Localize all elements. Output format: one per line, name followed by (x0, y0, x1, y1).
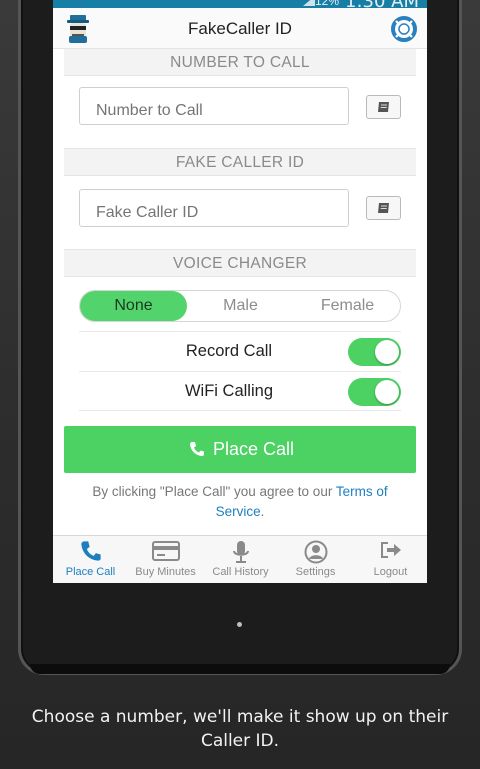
tab-label: Settings (295, 566, 336, 578)
tab-label: Buy Minutes (135, 566, 196, 578)
number-to-call-input[interactable] (79, 87, 349, 125)
place-call-label: Place Call (213, 439, 295, 459)
phone-bottom-edge (30, 664, 450, 674)
phone-icon (80, 541, 101, 561)
tab-settings[interactable]: Settings (278, 536, 353, 583)
terms-prefix: By clicking "Place Call" you agree to ou… (92, 484, 336, 499)
fake-caller-id-input[interactable] (79, 189, 349, 227)
section-fake-caller-id: FAKE CALLER ID (64, 148, 416, 176)
logout-icon (380, 542, 401, 558)
terms-suffix: . (260, 504, 265, 519)
user-settings-icon (304, 540, 327, 564)
tab-buy-minutes[interactable]: Buy Minutes (128, 536, 203, 583)
promo-caption: Choose a number, we'll make it show up o… (31, 707, 449, 751)
record-call-toggle[interactable] (348, 338, 401, 366)
app-bar: FakeCaller ID (53, 8, 427, 49)
terms-text: By clicking "Place Call" you agree to ou… (74, 482, 406, 522)
tab-label: Logout (373, 566, 408, 578)
wifi-calling-toggle[interactable] (348, 378, 401, 406)
voice-option-none[interactable]: None (80, 291, 187, 321)
wifi-calling-row: WiFi Calling (79, 371, 401, 411)
record-call-row: Record Call (79, 331, 401, 371)
microphone-icon (232, 541, 249, 563)
signal-icon (303, 0, 315, 6)
contacts-button-caller-id[interactable] (366, 196, 401, 220)
contact-card-icon (378, 203, 389, 213)
bottom-tab-bar: Place Call Buy Minutes Call History Sett… (53, 535, 427, 583)
tab-label: Call History (212, 566, 269, 578)
toggle-knob (375, 340, 399, 364)
section-number-to-call: NUMBER TO CALL (64, 48, 416, 76)
place-call-button[interactable]: Place Call (64, 426, 416, 473)
lifebuoy-help-icon[interactable] (391, 16, 417, 42)
form-content: NUMBER TO CALL FAKE CALLER ID VOICE CHAN… (64, 48, 416, 534)
voice-option-female[interactable]: Female (294, 291, 401, 321)
tab-place-call[interactable]: Place Call (53, 536, 128, 583)
app-screen: 12% 1:30 AM FakeCaller ID NUMBER TO CALL (53, 0, 427, 583)
phone-icon (190, 442, 204, 456)
status-bar: 12% 1:30 AM (53, 0, 427, 12)
voice-changer-segmented-control: None Male Female (79, 290, 401, 322)
toggle-knob (375, 380, 399, 404)
credit-card-icon (151, 541, 180, 561)
contacts-button-number[interactable] (366, 95, 401, 119)
tab-label: Place Call (65, 566, 116, 578)
home-indicator (237, 622, 242, 627)
record-call-label: Record Call (185, 342, 273, 360)
tab-logout[interactable]: Logout (353, 536, 427, 583)
tab-call-history[interactable]: Call History (203, 536, 278, 583)
battery-level: 12% (314, 0, 339, 8)
contact-card-icon (378, 102, 389, 112)
section-voice-changer: VOICE CHANGER (64, 249, 416, 277)
app-title: FakeCaller ID (188, 19, 292, 38)
wifi-calling-label: WiFi Calling (184, 382, 273, 400)
voice-option-male[interactable]: Male (187, 291, 294, 321)
